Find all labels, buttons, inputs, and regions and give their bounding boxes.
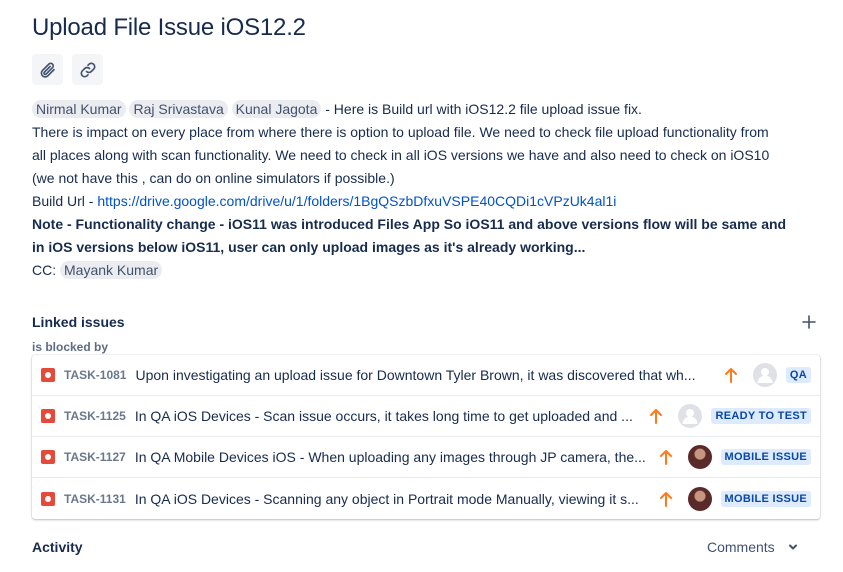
issue-description[interactable]: Nirmal Kumar Raj Srivastava Kunal Jagota… bbox=[32, 98, 812, 282]
cc-label: CC: bbox=[32, 262, 60, 278]
build-url-label: Build Url - bbox=[32, 193, 98, 209]
linked-issues-title: Linked issues bbox=[32, 314, 125, 330]
priority-high-icon bbox=[648, 408, 664, 424]
status-badge[interactable]: QA bbox=[785, 367, 811, 383]
bug-icon bbox=[41, 368, 55, 382]
issue-summary[interactable]: Upon investigating an upload issue for D… bbox=[135, 367, 714, 383]
priority-high-icon bbox=[723, 367, 739, 383]
description-line: Nirmal Kumar Raj Srivastava Kunal Jagota… bbox=[32, 98, 812, 121]
build-url-link[interactable]: https://drive.google.com/drive/u/1/folde… bbox=[97, 193, 616, 209]
bug-icon bbox=[41, 491, 55, 506]
description-line: There is impact on every place from wher… bbox=[32, 124, 769, 140]
relation-label: is blocked by bbox=[32, 340, 109, 354]
issue-summary[interactable]: In QA Mobile Devices iOS - When uploadin… bbox=[135, 449, 650, 465]
plus-icon bbox=[802, 315, 816, 329]
issue-title[interactable]: Upload File Issue iOS12.2 bbox=[32, 14, 306, 42]
link-icon bbox=[80, 62, 95, 77]
issue-key[interactable]: TASK-1131 bbox=[64, 492, 126, 506]
description-note: Note - Functionality change - iOS11 was … bbox=[32, 213, 812, 236]
issue-key[interactable]: TASK-1127 bbox=[64, 450, 126, 464]
activity-filter-value: Comments bbox=[707, 539, 775, 555]
activity-filter-select[interactable]: Comments bbox=[707, 539, 799, 555]
status-badge[interactable]: READY TO TEST bbox=[711, 408, 811, 424]
chevron-down-icon bbox=[788, 544, 797, 550]
activity-title: Activity bbox=[32, 539, 83, 555]
mention[interactable]: Kunal Jagota bbox=[231, 100, 322, 118]
bug-icon bbox=[41, 450, 55, 464]
description-text: - Here is Build url with iOS12.2 file up… bbox=[321, 101, 642, 117]
issue-actions bbox=[32, 54, 103, 85]
issue-key[interactable]: TASK-1125 bbox=[64, 409, 126, 423]
note-text: in iOS versions below iOS11, user can on… bbox=[32, 239, 586, 255]
description-line: all places along with scan functionality… bbox=[32, 147, 770, 163]
assignee-avatar[interactable] bbox=[687, 445, 712, 469]
linked-issues-list: TASK-1081 Upon investigating an upload i… bbox=[32, 355, 820, 519]
mention[interactable]: Raj Srivastava bbox=[129, 100, 228, 118]
description-line: Build Url - https://drive.google.com/dri… bbox=[32, 190, 812, 213]
assignee-avatar[interactable] bbox=[678, 404, 703, 428]
description-note: in iOS versions below iOS11, user can on… bbox=[32, 236, 812, 259]
bug-icon bbox=[41, 409, 55, 423]
note-text: Note - Functionality change - iOS11 was … bbox=[32, 216, 787, 232]
linked-issues-header: Linked issues bbox=[32, 311, 820, 333]
status-badge[interactable]: MOBILE ISSUE bbox=[720, 490, 811, 507]
linked-issue-row[interactable]: TASK-1127 In QA Mobile Devices iOS - Whe… bbox=[32, 437, 820, 478]
linked-issue-row[interactable]: TASK-1125 In QA iOS Devices - Scan issue… bbox=[32, 396, 820, 437]
status-badge[interactable]: MOBILE ISSUE bbox=[720, 449, 811, 465]
add-linked-issue-button[interactable] bbox=[798, 311, 820, 333]
linked-issue-row[interactable]: TASK-1081 Upon investigating an upload i… bbox=[32, 355, 820, 396]
linked-issue-row[interactable]: TASK-1131 In QA iOS Devices - Scanning a… bbox=[32, 478, 820, 519]
assignee-avatar[interactable] bbox=[687, 486, 712, 511]
assignee-avatar[interactable] bbox=[752, 363, 777, 387]
paperclip-icon bbox=[40, 62, 55, 78]
mention[interactable]: Mayank Kumar bbox=[60, 261, 163, 279]
priority-high-icon bbox=[658, 449, 674, 465]
mention[interactable]: Nirmal Kumar bbox=[32, 100, 126, 118]
priority-high-icon bbox=[658, 491, 674, 507]
link-issue-button[interactable] bbox=[72, 54, 103, 85]
issue-key[interactable]: TASK-1081 bbox=[64, 368, 126, 382]
issue-summary[interactable]: In QA iOS Devices - Scanning any object … bbox=[135, 491, 650, 507]
issue-summary[interactable]: In QA iOS Devices - Scan issue occurs, i… bbox=[135, 408, 641, 424]
attach-button[interactable] bbox=[32, 54, 63, 85]
description-line: CC: Mayank Kumar bbox=[32, 259, 812, 282]
description-line: (we not have this , can do on online sim… bbox=[32, 170, 395, 186]
